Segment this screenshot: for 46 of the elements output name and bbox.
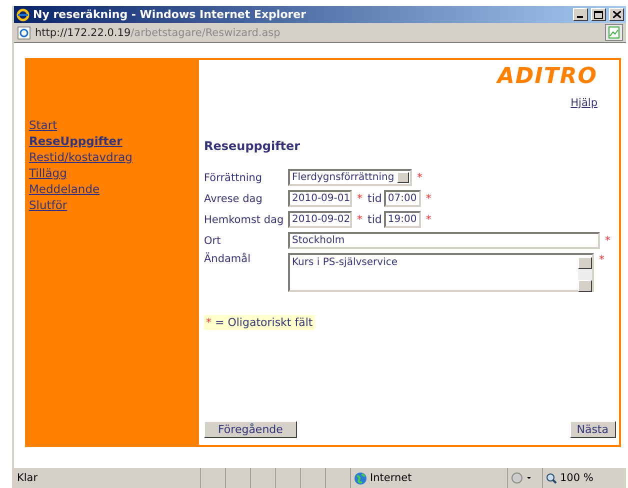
time-field[interactable]: 19:00 bbox=[384, 211, 421, 228]
wizard-step-link[interactable]: Meddelande bbox=[29, 182, 199, 196]
required-asterisk: * bbox=[426, 213, 432, 226]
text-field[interactable]: Stockholm bbox=[288, 232, 600, 249]
trip-type-dropdown[interactable]: Flerdygnsförrättning bbox=[288, 169, 412, 186]
close-button[interactable] bbox=[609, 8, 624, 21]
maximize-button[interactable] bbox=[591, 8, 606, 21]
required-asterisk: * bbox=[417, 171, 422, 184]
window-title: Ny reseräkning - Windows Internet Explorer bbox=[33, 8, 308, 21]
page-icon bbox=[17, 26, 31, 40]
field-label: Avrese dag bbox=[204, 192, 264, 204]
status-text: Klar bbox=[16, 471, 39, 486]
wizard-step-link[interactable]: Restid/kostavdrag bbox=[29, 150, 199, 164]
field-label: Ändamål bbox=[204, 253, 252, 265]
purpose-textarea[interactable]: Kurs i PS-självservice bbox=[288, 253, 594, 292]
date-field[interactable]: 2010-09-02 bbox=[288, 211, 352, 228]
required-asterisk: * bbox=[426, 192, 432, 205]
globe-icon bbox=[354, 472, 367, 484]
required-asterisk: * bbox=[605, 234, 610, 247]
field-label: Förrättning bbox=[204, 172, 264, 184]
previous-button[interactable]: Föregående bbox=[204, 421, 297, 438]
time-label: tid bbox=[368, 213, 382, 226]
minimize-button[interactable] bbox=[573, 8, 588, 21]
time-field[interactable]: 07:00 bbox=[384, 190, 421, 207]
wizard-step-link[interactable]: Tillägg bbox=[29, 166, 199, 180]
maximize-icon bbox=[594, 10, 603, 18]
wizard-step-link[interactable]: ReseUppgifter bbox=[29, 134, 199, 148]
field-label: Ort bbox=[204, 234, 222, 246]
help-link[interactable]: Hjälp bbox=[570, 97, 598, 109]
zoom-level[interactable]: 100 % bbox=[560, 472, 594, 484]
form-heading: Reseuppgifter bbox=[204, 139, 302, 153]
security-zone: Internet bbox=[370, 472, 412, 484]
close-icon bbox=[612, 11, 620, 18]
field-label: Hemkomst dag bbox=[204, 214, 285, 226]
company-logo: ADITRO bbox=[497, 64, 598, 89]
wizard-step-link[interactable]: Slutför bbox=[29, 198, 199, 212]
next-button[interactable]: Nästa bbox=[570, 421, 616, 438]
wizard-step-link[interactable]: Start bbox=[29, 118, 199, 132]
zoom-icon[interactable] bbox=[546, 472, 557, 484]
required-asterisk: * bbox=[357, 192, 362, 205]
required-legend: * = Oligatoriskt fält bbox=[204, 315, 315, 330]
required-asterisk: * bbox=[599, 253, 604, 266]
browser-icon bbox=[16, 8, 30, 22]
time-label: tid bbox=[368, 192, 382, 205]
date-field[interactable]: 2010-09-01 bbox=[288, 190, 352, 207]
required-asterisk: * bbox=[357, 213, 362, 226]
